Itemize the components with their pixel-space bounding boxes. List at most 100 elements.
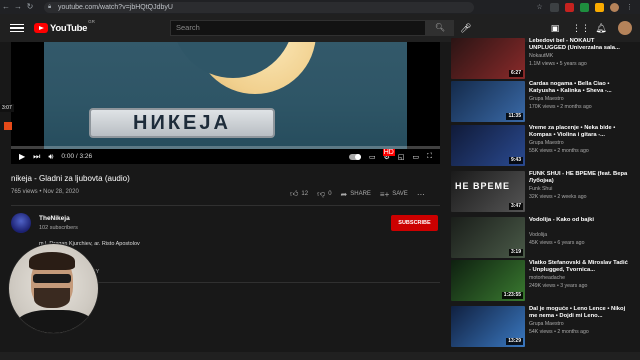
related-video-meta: 32K views • 2 weeks ago [529, 194, 587, 200]
video-duration: 3:47 [508, 203, 523, 210]
video-thumbnail[interactable]: 13:29 [451, 306, 525, 347]
extension-icon[interactable] [550, 2, 559, 12]
search-button[interactable]: 🔍︎ [426, 20, 454, 36]
related-video-title[interactable]: Vlatko Stefanovski & Miroslav Tadić - Un… [529, 260, 629, 274]
volume-icon[interactable]: 🔊︎ [48, 152, 53, 162]
related-video-item[interactable]: 11:35 Cardas nogama • Bella Ciao • Katyus… [451, 81, 631, 125]
star-icon[interactable]: ☆ [535, 3, 544, 12]
extension-icon[interactable] [565, 2, 574, 12]
related-video-meta: 1.1M views • 5 years ago [529, 61, 587, 67]
reload-icon[interactable]: ↻ [24, 1, 36, 13]
related-video-channel[interactable]: Grupa Maestro [529, 96, 564, 102]
related-video-item[interactable]: 13:29 Dal je moguće • Leno Lence • Nikoj … [451, 306, 631, 350]
webcam-shirt [15, 310, 95, 333]
related-video-title[interactable]: Vodolija - Kako od bajki [529, 217, 629, 224]
video-duration: 9:43 [508, 157, 523, 164]
dislike-button[interactable]: 👎︎ 0 [317, 189, 331, 199]
save-label: SAVE [392, 191, 408, 197]
create-video-icon[interactable]: ▣ [549, 22, 561, 34]
save-button[interactable]: ≡+ SAVE [380, 190, 408, 199]
thumbs-down-icon: 👎︎ [317, 189, 326, 198]
thumbs-up-icon: 👍︎ [290, 189, 299, 198]
related-video-title[interactable]: FUNK SHUI - НЕ ВРЕМЕ (feat. Вера Лубојна… [529, 171, 629, 185]
hd-badge: HD [382, 148, 395, 156]
like-count: 12 [301, 191, 309, 197]
hamburger-menu-icon[interactable] [10, 22, 24, 35]
play-icon[interactable]: ▶ [19, 152, 25, 161]
video-duration: 1:23:55 [501, 292, 523, 299]
video-thumbnail[interactable]: 1:23:55 [451, 260, 525, 301]
extensions-area: ☆ ⋮ [535, 2, 640, 12]
profile-icon[interactable] [610, 2, 619, 12]
menu-dots-icon[interactable]: ⋮ [625, 3, 634, 12]
lock-icon: 🔒︎ [48, 3, 52, 10]
fullscreen-icon[interactable]: ⛶ [427, 153, 432, 161]
channel-avatar[interactable] [11, 213, 31, 233]
video-meta: 765 views • Nov 28, 2020 [11, 189, 79, 195]
related-video-channel[interactable]: Funk Shui [529, 186, 552, 192]
more-actions-button[interactable]: ⋯ [417, 190, 425, 199]
thumbnail-text: НЕ ВРЕМЕ [455, 181, 511, 191]
notifications-bell-icon[interactable]: 🔔︎ [595, 22, 607, 34]
search-icon: 🔍︎ [434, 23, 446, 32]
video-thumbnail[interactable]: 3:19 [451, 217, 525, 258]
related-video-channel[interactable]: NokautMK [529, 53, 553, 59]
share-label: SHARE [350, 191, 371, 197]
related-video-channel[interactable]: Grupa Maestro [529, 140, 564, 146]
top-icons: ▣ ⋮⋮ 🔔︎ [549, 21, 632, 35]
video-thumbnail[interactable]: 9:43 [451, 125, 525, 166]
video-thumbnail[interactable]: 11:35 [451, 81, 525, 122]
webcam-overlay [8, 243, 99, 334]
autoplay-toggle[interactable] [348, 153, 361, 160]
forward-icon[interactable]: → [12, 1, 24, 13]
related-video-channel[interactable]: Vodolija [529, 232, 547, 238]
url-text: youtube.com/watch?v=jbHQtQJdbyU [58, 3, 173, 11]
account-avatar[interactable] [618, 21, 632, 35]
related-video-channel[interactable]: motorheadache [529, 275, 565, 281]
record-indicator [4, 122, 12, 130]
subscribe-button[interactable]: SUBSCRIBE [391, 215, 438, 231]
related-video-item[interactable]: 9:43 Vreme za placenje • Neka bide • Komp… [451, 125, 631, 169]
video-actions: 👍︎ 12 👎︎ 0 ➦ SHARE ≡+ SAVE ⋯ [290, 189, 425, 199]
extension-icon[interactable] [580, 2, 589, 12]
like-button[interactable]: 👍︎ 12 [290, 189, 308, 199]
related-video-title[interactable]: Cardas nogama • Bella Ciao • Katyusha • … [529, 81, 629, 95]
related-video-meta: 55K views • 2 months ago [529, 148, 589, 154]
microphone-icon[interactable]: 🎤︎ [460, 23, 471, 34]
save-playlist-icon: ≡+ [379, 189, 390, 199]
related-video-item[interactable]: 6:27 Lebedovi bel - NOKAUT UNPLUGGED (Uni… [451, 38, 631, 82]
video-duration: 11:35 [506, 113, 523, 120]
related-video-item[interactable]: 1:23:55 Vlatko Stefanovski & Miroslav Tad… [451, 260, 631, 304]
subtitles-icon[interactable]: ▭ [369, 153, 376, 161]
theater-mode-icon[interactable]: ▭ [412, 153, 419, 161]
extension-icon[interactable] [595, 2, 604, 12]
youtube-logo[interactable]: YouTube GR [34, 19, 95, 34]
youtube-play-icon [34, 23, 48, 33]
related-video-title[interactable]: Lebedovi bel - NOKAUT UNPLUGGED (Univerz… [529, 38, 629, 52]
related-video-title[interactable]: Dal je moguće • Leno Lence • Nikoj me ne… [529, 306, 629, 320]
next-icon[interactable]: ⏭ [33, 152, 40, 162]
related-video-channel[interactable]: Grupa Maestro [529, 321, 564, 327]
miniplayer-icon[interactable]: ◱ [398, 153, 405, 161]
related-video-item[interactable]: 3:19 Vodolija - Kako od bajki Vodolija 45K … [451, 217, 631, 261]
video-duration: 13:29 [506, 338, 523, 345]
apps-grid-icon[interactable]: ⋮⋮ [572, 22, 590, 34]
share-button[interactable]: ➦ SHARE [341, 190, 371, 199]
channel-name[interactable]: TheNikeja [39, 215, 70, 222]
back-icon[interactable]: ← [0, 1, 12, 13]
video-thumbnail[interactable]: 6:27 [451, 38, 525, 79]
settings-gear-icon[interactable]: ⚙ HD [382, 148, 395, 161]
webcam-beard [34, 288, 70, 308]
dislike-count: 0 [328, 191, 332, 197]
video-duration: 6:27 [508, 70, 523, 77]
divider [39, 282, 440, 283]
video-overlay-sign: НИКЕЈА [89, 108, 275, 138]
address-bar[interactable]: 🔒︎ youtube.com/watch?v=jbHQtQJdbyU [44, 1, 474, 13]
search-input[interactable]: Search [170, 20, 426, 36]
logo-text: YouTube [50, 22, 88, 34]
related-video-item[interactable]: НЕ ВРЕМЕ 3:47 FUNK SHUI - НЕ ВРЕМЕ (feat. … [451, 171, 631, 215]
video-thumbnail[interactable]: НЕ ВРЕМЕ 3:47 [451, 171, 525, 212]
side-timer: 3:07 [0, 104, 14, 112]
related-video-title[interactable]: Vreme za placenje • Neka bide • Kompas •… [529, 125, 629, 139]
video-title: nikeja - Gladni za ljubovta (audio) [11, 174, 130, 183]
